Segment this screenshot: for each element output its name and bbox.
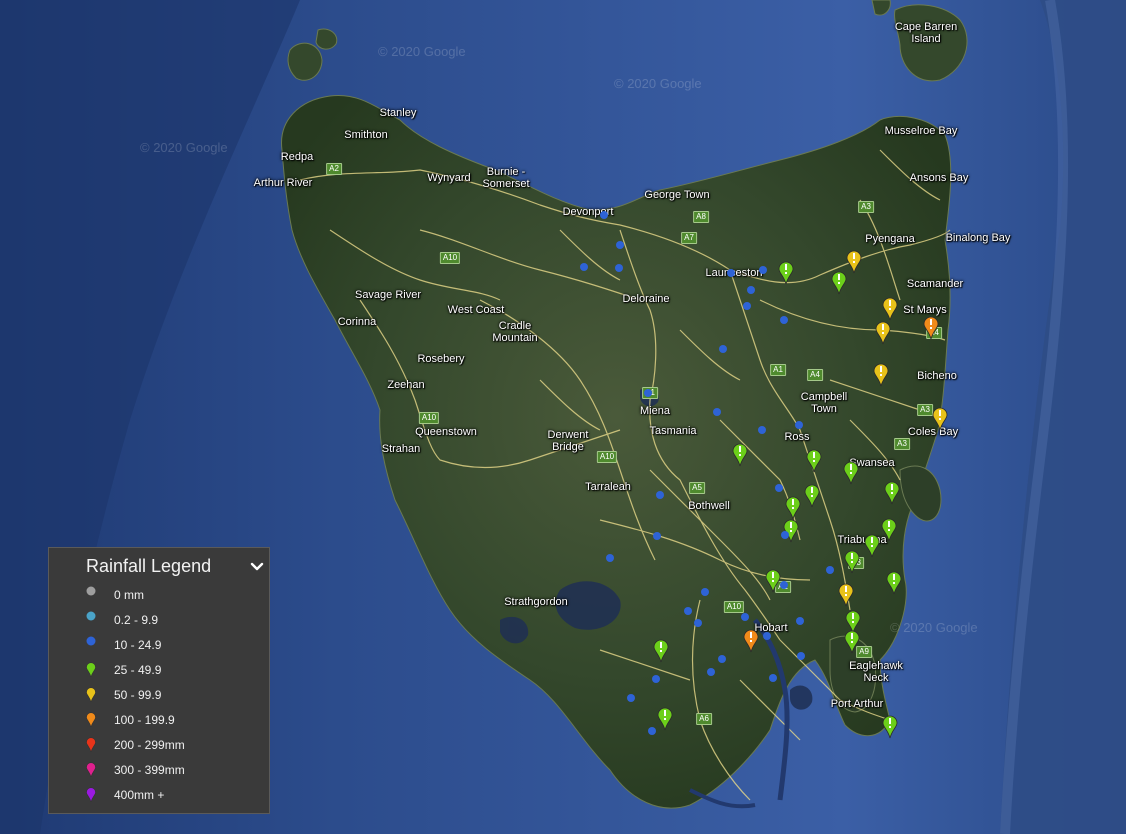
rain-station-pin[interactable] (882, 297, 898, 321)
legend-item: 300 - 399mm (85, 760, 185, 780)
rain-station-pin[interactable] (785, 496, 801, 520)
rain-station-dot[interactable] (775, 484, 783, 492)
rain-station-pin[interactable] (844, 550, 860, 574)
rain-station-pin[interactable] (864, 534, 880, 558)
legend-item: 0 mm (85, 585, 144, 605)
rain-station-pin[interactable] (743, 629, 759, 653)
rain-station-pin[interactable] (838, 583, 854, 607)
rain-station-dot[interactable] (758, 426, 766, 434)
rain-station-pin[interactable] (732, 443, 748, 467)
legend-item: 25 - 49.9 (85, 660, 161, 680)
rain-station-dot[interactable] (795, 421, 803, 429)
rain-station-dot[interactable] (606, 554, 614, 562)
rain-station-dot[interactable] (684, 607, 692, 615)
rain-station-dot[interactable] (616, 241, 624, 249)
map-pin-icon (85, 786, 99, 804)
rain-station-dot[interactable] (769, 674, 777, 682)
legend-item-label: 300 - 399mm (114, 763, 185, 777)
rain-station-pin[interactable] (657, 707, 673, 731)
circle-marker-icon (85, 636, 99, 654)
legend-item-label: 0.2 - 9.9 (114, 613, 159, 627)
rain-station-pin[interactable] (875, 321, 891, 345)
legend-item-label: 25 - 49.9 (114, 663, 162, 677)
legend-item: 200 - 299mm (85, 735, 185, 755)
rain-station-dot[interactable] (796, 617, 804, 625)
rain-station-pin[interactable] (845, 610, 861, 634)
legend-item-label: 0 mm (114, 588, 144, 602)
legend-item: 10 - 24.9 (85, 635, 161, 655)
rain-station-pin[interactable] (884, 481, 900, 505)
rainfall-legend: Rainfall Legend 0 mm 0.2 - 9.9 10 - 24.9 25… (48, 547, 270, 814)
circle-marker-icon (85, 611, 99, 629)
rain-station-pin[interactable] (873, 363, 889, 387)
legend-title: Rainfall Legend (86, 556, 212, 576)
rain-station-pin[interactable] (804, 484, 820, 508)
map-pin-icon (85, 686, 99, 704)
rain-station-dot[interactable] (694, 619, 702, 627)
rain-station-dot[interactable] (718, 655, 726, 663)
rain-station-pin[interactable] (831, 271, 847, 295)
legend-item: 400mm + (85, 785, 164, 805)
rain-station-pin[interactable] (844, 630, 860, 654)
legend-item: 0.2 - 9.9 (85, 610, 158, 630)
rain-station-dot[interactable] (826, 566, 834, 574)
map-pin-icon (85, 711, 99, 729)
legend-item-label: 10 - 24.9 (114, 638, 162, 652)
map-pin-icon (85, 736, 99, 754)
rain-station-dot[interactable] (600, 211, 608, 219)
rain-station-dot[interactable] (707, 668, 715, 676)
rain-station-dot[interactable] (644, 389, 652, 397)
legend-item-label: 200 - 299mm (114, 738, 185, 752)
circle-marker-icon (85, 586, 99, 604)
rain-station-pin[interactable] (881, 518, 897, 542)
rain-station-dot[interactable] (780, 581, 788, 589)
map-pin-icon (85, 761, 99, 779)
legend-item: 100 - 199.9 (85, 710, 175, 730)
rain-station-dot[interactable] (763, 632, 771, 640)
rain-station-pin[interactable] (843, 461, 859, 485)
rain-station-dot[interactable] (727, 269, 735, 277)
rain-station-pin[interactable] (846, 250, 862, 274)
rain-station-dot[interactable] (580, 263, 588, 271)
rain-station-pin[interactable] (886, 571, 902, 595)
rain-station-pin[interactable] (765, 569, 781, 593)
rain-station-dot[interactable] (615, 264, 623, 272)
legend-item-label: 100 - 199.9 (114, 713, 175, 727)
chevron-down-icon[interactable] (248, 558, 266, 576)
rain-station-pin[interactable] (923, 316, 939, 340)
map-view[interactable]: © 2020 Google © 2020 Google © 2020 Googl… (0, 0, 1126, 834)
rain-station-pin[interactable] (806, 449, 822, 473)
legend-item-label: 50 - 99.9 (114, 688, 162, 702)
map-pin-icon (85, 661, 99, 679)
rain-station-dot[interactable] (701, 588, 709, 596)
rain-station-dot[interactable] (780, 316, 788, 324)
legend-item-label: 400mm + (114, 788, 165, 802)
rain-station-pin[interactable] (882, 715, 898, 739)
rain-station-pin[interactable] (932, 407, 948, 431)
rain-station-dot[interactable] (741, 613, 749, 621)
rain-station-dot[interactable] (652, 675, 660, 683)
rain-station-dot[interactable] (797, 652, 805, 660)
rain-station-dot[interactable] (653, 532, 661, 540)
rain-station-dot[interactable] (743, 302, 751, 310)
rain-station-dot[interactable] (648, 727, 656, 735)
rain-station-dot[interactable] (713, 408, 721, 416)
legend-item: 50 - 99.9 (85, 685, 161, 705)
rain-station-dot[interactable] (781, 531, 789, 539)
rain-station-dot[interactable] (719, 345, 727, 353)
rain-station-dot[interactable] (656, 491, 664, 499)
rain-station-pin[interactable] (778, 261, 794, 285)
rain-station-dot[interactable] (747, 286, 755, 294)
rain-station-dot[interactable] (759, 266, 767, 274)
rain-station-pin[interactable] (653, 639, 669, 663)
rain-station-dot[interactable] (627, 694, 635, 702)
